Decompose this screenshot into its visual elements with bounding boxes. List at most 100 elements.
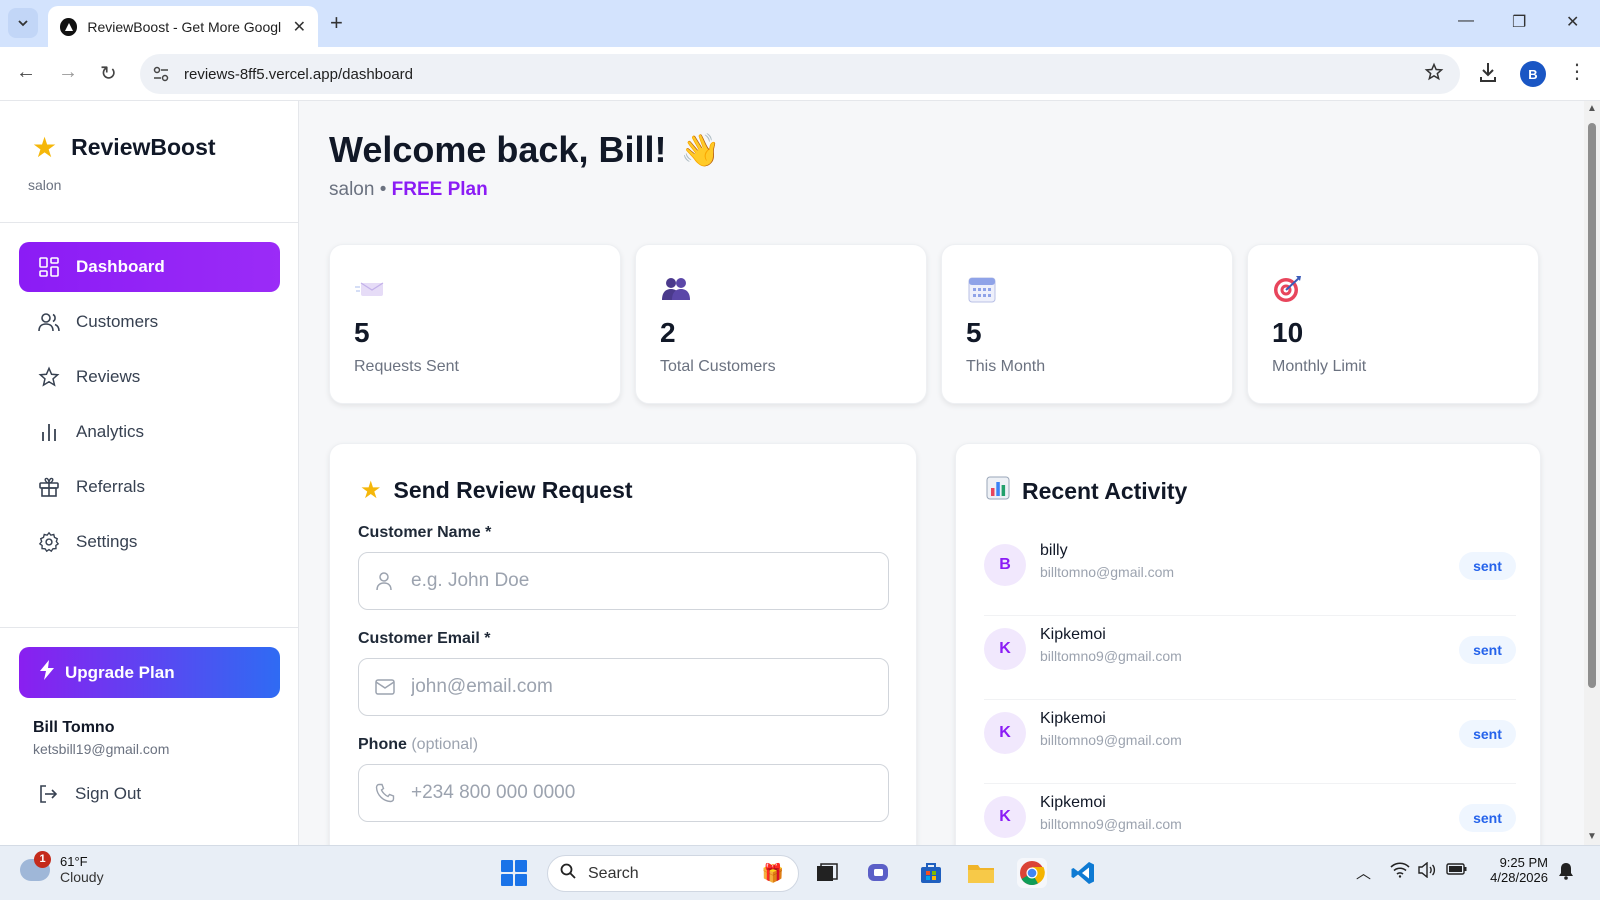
phone-input[interactable]	[411, 782, 871, 804]
system-clock[interactable]: 9:25 PM 4/28/2026	[1482, 855, 1548, 885]
search-icon	[560, 863, 576, 884]
back-button[interactable]: ←	[16, 61, 36, 84]
download-icon[interactable]	[1478, 61, 1498, 88]
list-item: B billy billtomno@gmail.com sent	[984, 532, 1516, 616]
list-item: K Kipkemoi billtomno9@gmail.com sent	[984, 700, 1516, 784]
new-tab-button[interactable]: +	[330, 10, 343, 36]
clock-date: 4/28/2026	[1490, 870, 1548, 885]
bookmark-star-icon[interactable]	[1424, 62, 1444, 87]
customer-email-label: Customer Email *	[358, 630, 491, 647]
gear-icon	[38, 531, 60, 553]
stat-label: This Month	[966, 358, 1046, 375]
panel-title: Recent Activity	[986, 476, 1187, 507]
weather-condition: Cloudy	[60, 869, 104, 885]
teams-icon[interactable]	[864, 858, 894, 888]
phone-label-text: Phone	[358, 736, 407, 753]
address-bar-row: ← → ↻ reviews-8ff5.vercel.app/dashboard …	[0, 47, 1600, 101]
weather-widget[interactable]: 1 61°F Cloudy	[20, 850, 104, 885]
status-badge: sent	[1459, 720, 1516, 748]
reload-button[interactable]: ↻	[100, 61, 117, 86]
url-text: reviews-8ff5.vercel.app/dashboard	[184, 65, 414, 83]
business-name: salon	[329, 179, 375, 200]
notification-bell-icon[interactable]	[1558, 862, 1574, 884]
omnibox[interactable]: reviews-8ff5.vercel.app/dashboard	[140, 54, 1460, 94]
stat-value: 5	[354, 317, 370, 348]
store-icon[interactable]	[916, 858, 946, 888]
star-icon: ★	[360, 477, 382, 504]
customer-name-label: Customer Name *	[358, 524, 492, 541]
tab-search-button[interactable]	[8, 8, 38, 38]
scroll-thumb[interactable]	[1588, 123, 1596, 688]
volume-icon[interactable]	[1417, 861, 1437, 882]
start-button[interactable]	[501, 860, 527, 886]
search-highlight-icon: 🎁	[761, 863, 784, 883]
status-badge: sent	[1459, 552, 1516, 580]
taskbar-search[interactable]: Search 🎁	[547, 855, 799, 892]
business-type: salon	[28, 177, 62, 193]
stat-label: Monthly Limit	[1272, 358, 1367, 375]
list-item: K Kipkemoi billtomno9@gmail.com sent	[984, 784, 1516, 845]
wifi-icon[interactable]	[1390, 862, 1410, 882]
customer-email-input[interactable]	[411, 676, 871, 698]
send-review-request-panel: ★ Send Review Request Customer Name * Cu…	[329, 443, 917, 845]
site-settings-icon[interactable]	[152, 64, 172, 84]
page-scrollbar[interactable]: ▲ ▼	[1584, 101, 1600, 845]
chrome-icon[interactable]	[1017, 858, 1047, 888]
phone-icon	[375, 782, 397, 804]
plan-badge: FREE Plan	[391, 179, 488, 200]
phone-label: Phone (optional)	[358, 736, 478, 754]
envelope-icon	[354, 273, 386, 305]
file-explorer-icon[interactable]	[966, 858, 996, 888]
avatar: K	[984, 796, 1026, 838]
sign-out-label: Sign Out	[75, 784, 142, 803]
sidebar-item-dashboard[interactable]: Dashboard	[19, 242, 280, 292]
activity-email: billtomno@gmail.com	[1040, 564, 1175, 580]
profile-avatar[interactable]: B	[1520, 61, 1546, 87]
minimize-button[interactable]: —	[1458, 12, 1474, 30]
scroll-up-icon[interactable]: ▲	[1587, 103, 1597, 114]
main-content: Welcome back, Bill! 👋 salon • FREE Plan …	[300, 101, 1584, 845]
stat-label: Total Customers	[660, 358, 776, 375]
customer-name-field[interactable]	[358, 552, 889, 610]
scroll-down-icon[interactable]: ▼	[1587, 831, 1597, 842]
browser-tab-bar: ReviewBoost - Get More Google ✕ + — ❐ ✕	[0, 0, 1600, 47]
stat-value: 10	[1272, 317, 1304, 348]
clock-time: 9:25 PM	[1499, 855, 1548, 870]
customer-name-input[interactable]	[411, 570, 871, 592]
vscode-icon[interactable]	[1068, 858, 1098, 888]
recent-activity-title: Recent Activity	[1022, 478, 1188, 504]
activity-email: billtomno9@gmail.com	[1040, 648, 1182, 664]
close-window-button[interactable]: ✕	[1566, 12, 1579, 32]
sidebar-item-settings[interactable]: Settings	[19, 517, 280, 567]
dashboard-icon	[38, 256, 60, 278]
sign-out-button[interactable]: Sign Out	[37, 783, 141, 805]
task-view-icon[interactable]	[812, 858, 842, 888]
separator: •	[379, 179, 387, 200]
calendar-icon	[966, 273, 998, 305]
phone-optional-hint: (optional)	[411, 736, 479, 753]
stat-card-requests: 5 Requests Sent	[329, 244, 621, 404]
browser-tab[interactable]: ReviewBoost - Get More Google ✕	[48, 6, 318, 47]
divider	[0, 627, 299, 628]
restore-button[interactable]: ❐	[1512, 12, 1526, 32]
battery-icon[interactable]	[1446, 862, 1468, 880]
brand: ★ ReviewBoost	[32, 131, 216, 164]
customer-email-field[interactable]	[358, 658, 889, 716]
bar-chart-icon	[986, 476, 1010, 507]
logout-icon	[37, 783, 59, 805]
chevron-up-icon[interactable]: ︿	[1356, 862, 1371, 883]
upgrade-plan-button[interactable]: Upgrade Plan	[19, 647, 280, 698]
sidebar-item-reviews[interactable]: Reviews	[19, 352, 280, 402]
tab-close-icon[interactable]: ✕	[293, 17, 306, 37]
forward-button[interactable]: →	[58, 61, 78, 84]
sidebar-item-customers[interactable]: Customers	[19, 297, 280, 347]
cloud-icon: 1	[20, 850, 51, 881]
account-subtitle: salon • FREE Plan	[329, 179, 488, 201]
phone-field[interactable]	[358, 764, 889, 822]
sidebar-item-analytics[interactable]: Analytics	[19, 407, 280, 457]
welcome-text: Welcome back, Bill!	[329, 129, 667, 170]
browser-menu-icon[interactable]: ⋮	[1567, 59, 1587, 84]
divider	[0, 222, 299, 223]
sidebar-item-referrals[interactable]: Referrals	[19, 462, 280, 512]
upgrade-label: Upgrade Plan	[65, 662, 175, 682]
